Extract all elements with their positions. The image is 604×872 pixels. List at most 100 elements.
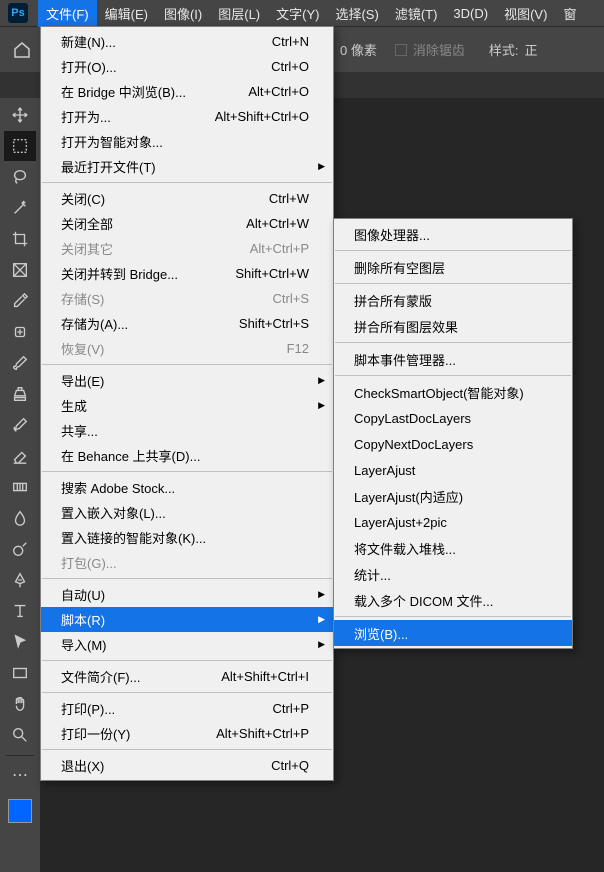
script-menu-item-10[interactable]: CopyLastDocLayers <box>334 405 572 431</box>
menu-item-label: 导入(M) <box>61 635 309 654</box>
antialias-checkbox[interactable] <box>395 44 407 56</box>
clone-stamp-tool[interactable] <box>4 379 36 409</box>
separator <box>42 471 332 472</box>
menu-select[interactable]: 选择(S) <box>327 0 386 27</box>
brush-tool[interactable] <box>4 348 36 378</box>
script-menu-item-19[interactable]: 浏览(B)... <box>334 620 572 646</box>
file-menu-item-1[interactable]: 打开(O)...Ctrl+O <box>41 54 333 79</box>
separator <box>42 749 332 750</box>
menu-edit[interactable]: 编辑(E) <box>97 0 156 27</box>
script-menu-item-15[interactable]: 将文件载入堆栈... <box>334 535 572 561</box>
file-menu-item-8[interactable]: 关闭全部Alt+Ctrl+W <box>41 211 333 236</box>
file-menu-item-27[interactable]: 导入(M) <box>41 632 333 657</box>
file-menu-item-34[interactable]: 退出(X)Ctrl+Q <box>41 753 333 778</box>
file-menu-item-13: 恢复(V)F12 <box>41 336 333 361</box>
file-menu-item-29[interactable]: 文件简介(F)...Alt+Shift+Ctrl+I <box>41 664 333 689</box>
script-menu-item-14[interactable]: LayerAjust+2pic <box>334 509 572 535</box>
foreground-color-swatch[interactable] <box>8 799 32 823</box>
file-menu-item-20[interactable]: 搜索 Adobe Stock... <box>41 475 333 500</box>
file-menu-item-7[interactable]: 关闭(C)Ctrl+W <box>41 186 333 211</box>
file-menu-item-25[interactable]: 自动(U) <box>41 582 333 607</box>
menu-item-label: 统计... <box>354 565 548 584</box>
history-brush-tool[interactable] <box>4 410 36 440</box>
menu-view[interactable]: 视图(V) <box>496 0 555 27</box>
file-menu-item-12[interactable]: 存储为(A)...Shift+Ctrl+S <box>41 311 333 336</box>
menu-item-label: 打包(G)... <box>61 553 309 572</box>
menu-item-label: 脚本事件管理器... <box>354 350 548 369</box>
script-menu-item-0[interactable]: 图像处理器... <box>334 221 572 247</box>
magic-wand-tool[interactable] <box>4 193 36 223</box>
script-menu-item-17[interactable]: 载入多个 DICOM 文件... <box>334 587 572 613</box>
file-menu-item-15[interactable]: 导出(E) <box>41 368 333 393</box>
menu-item-label: 共享... <box>61 421 309 440</box>
file-menu-item-17[interactable]: 共享... <box>41 418 333 443</box>
script-menu-item-13[interactable]: LayerAjust(内适应) <box>334 483 572 509</box>
script-menu-item-11[interactable]: CopyNextDocLayers <box>334 431 572 457</box>
script-menu-item-16[interactable]: 统计... <box>334 561 572 587</box>
menu-item-shortcut: Ctrl+P <box>273 701 309 716</box>
menu-file[interactable]: 文件(F) <box>38 0 97 27</box>
menu-item-label: 打印一份(Y) <box>61 724 216 743</box>
file-menu-item-2[interactable]: 在 Bridge 中浏览(B)...Alt+Ctrl+O <box>41 79 333 104</box>
pen-tool[interactable] <box>4 565 36 595</box>
separator <box>335 375 571 376</box>
file-menu-item-4[interactable]: 打开为智能对象... <box>41 129 333 154</box>
separator <box>335 250 571 251</box>
blur-tool[interactable] <box>4 503 36 533</box>
file-menu-item-18[interactable]: 在 Behance 上共享(D)... <box>41 443 333 468</box>
menu-window[interactable]: 窗 <box>555 0 584 27</box>
menu-item-shortcut: Ctrl+O <box>271 59 309 74</box>
file-menu-item-3[interactable]: 打开为...Alt+Shift+Ctrl+O <box>41 104 333 129</box>
menu-layer[interactable]: 图层(L) <box>210 0 268 27</box>
menu-type[interactable]: 文字(Y) <box>268 0 327 27</box>
file-menu-item-5[interactable]: 最近打开文件(T) <box>41 154 333 179</box>
menu-filter[interactable]: 滤镜(T) <box>387 0 446 27</box>
menu-item-shortcut: Alt+Shift+Ctrl+O <box>215 109 309 124</box>
file-menu-item-0[interactable]: 新建(N)...Ctrl+N <box>41 29 333 54</box>
healing-brush-tool[interactable] <box>4 317 36 347</box>
file-menu-item-31[interactable]: 打印(P)...Ctrl+P <box>41 696 333 721</box>
file-menu-item-22[interactable]: 置入链接的智能对象(K)... <box>41 525 333 550</box>
script-menu-item-5[interactable]: 拼合所有图层效果 <box>334 313 572 339</box>
gradient-tool[interactable] <box>4 472 36 502</box>
crop-tool[interactable] <box>4 224 36 254</box>
rectangle-tool[interactable] <box>4 658 36 688</box>
file-menu-item-10[interactable]: 关闭并转到 Bridge...Shift+Ctrl+W <box>41 261 333 286</box>
home-icon[interactable] <box>4 32 40 68</box>
menu-item-label: 关闭全部 <box>61 214 246 233</box>
frame-tool[interactable] <box>4 255 36 285</box>
edit-toolbar[interactable]: ⋯ <box>4 760 36 790</box>
file-menu-item-23: 打包(G)... <box>41 550 333 575</box>
menu-item-label: 打印(P)... <box>61 699 273 718</box>
menu-item-label: 在 Bridge 中浏览(B)... <box>61 82 248 101</box>
menu-item-shortcut: Alt+Ctrl+W <box>246 216 309 231</box>
menu-item-label: 搜索 Adobe Stock... <box>61 478 309 497</box>
menu-item-label: CopyLastDocLayers <box>354 411 548 426</box>
script-menu-item-7[interactable]: 脚本事件管理器... <box>334 346 572 372</box>
move-tool[interactable] <box>4 100 36 130</box>
menu-item-label: 存储为(A)... <box>61 314 239 333</box>
style-value[interactable]: 正 <box>524 40 537 59</box>
file-menu-item-26[interactable]: 脚本(R) <box>41 607 333 632</box>
script-menu-item-9[interactable]: CheckSmartObject(智能对象) <box>334 379 572 405</box>
hand-tool[interactable] <box>4 689 36 719</box>
menu-image[interactable]: 图像(I) <box>156 0 210 27</box>
lasso-tool[interactable] <box>4 162 36 192</box>
dodge-tool[interactable] <box>4 534 36 564</box>
path-selection-tool[interactable] <box>4 627 36 657</box>
menu-item-label: 拼合所有图层效果 <box>354 317 548 336</box>
marquee-tool[interactable] <box>4 131 36 161</box>
eraser-tool[interactable] <box>4 441 36 471</box>
script-menu-item-12[interactable]: LayerAjust <box>334 457 572 483</box>
separator <box>42 692 332 693</box>
zoom-tool[interactable] <box>4 720 36 750</box>
file-menu-item-21[interactable]: 置入嵌入对象(L)... <box>41 500 333 525</box>
file-menu-item-32[interactable]: 打印一份(Y)Alt+Shift+Ctrl+P <box>41 721 333 746</box>
file-menu-item-16[interactable]: 生成 <box>41 393 333 418</box>
menu-3d[interactable]: 3D(D) <box>445 2 496 25</box>
eyedropper-tool[interactable] <box>4 286 36 316</box>
type-tool[interactable] <box>4 596 36 626</box>
menu-item-label: 退出(X) <box>61 756 271 775</box>
script-menu-item-4[interactable]: 拼合所有蒙版 <box>334 287 572 313</box>
script-menu-item-2[interactable]: 删除所有空图层 <box>334 254 572 280</box>
